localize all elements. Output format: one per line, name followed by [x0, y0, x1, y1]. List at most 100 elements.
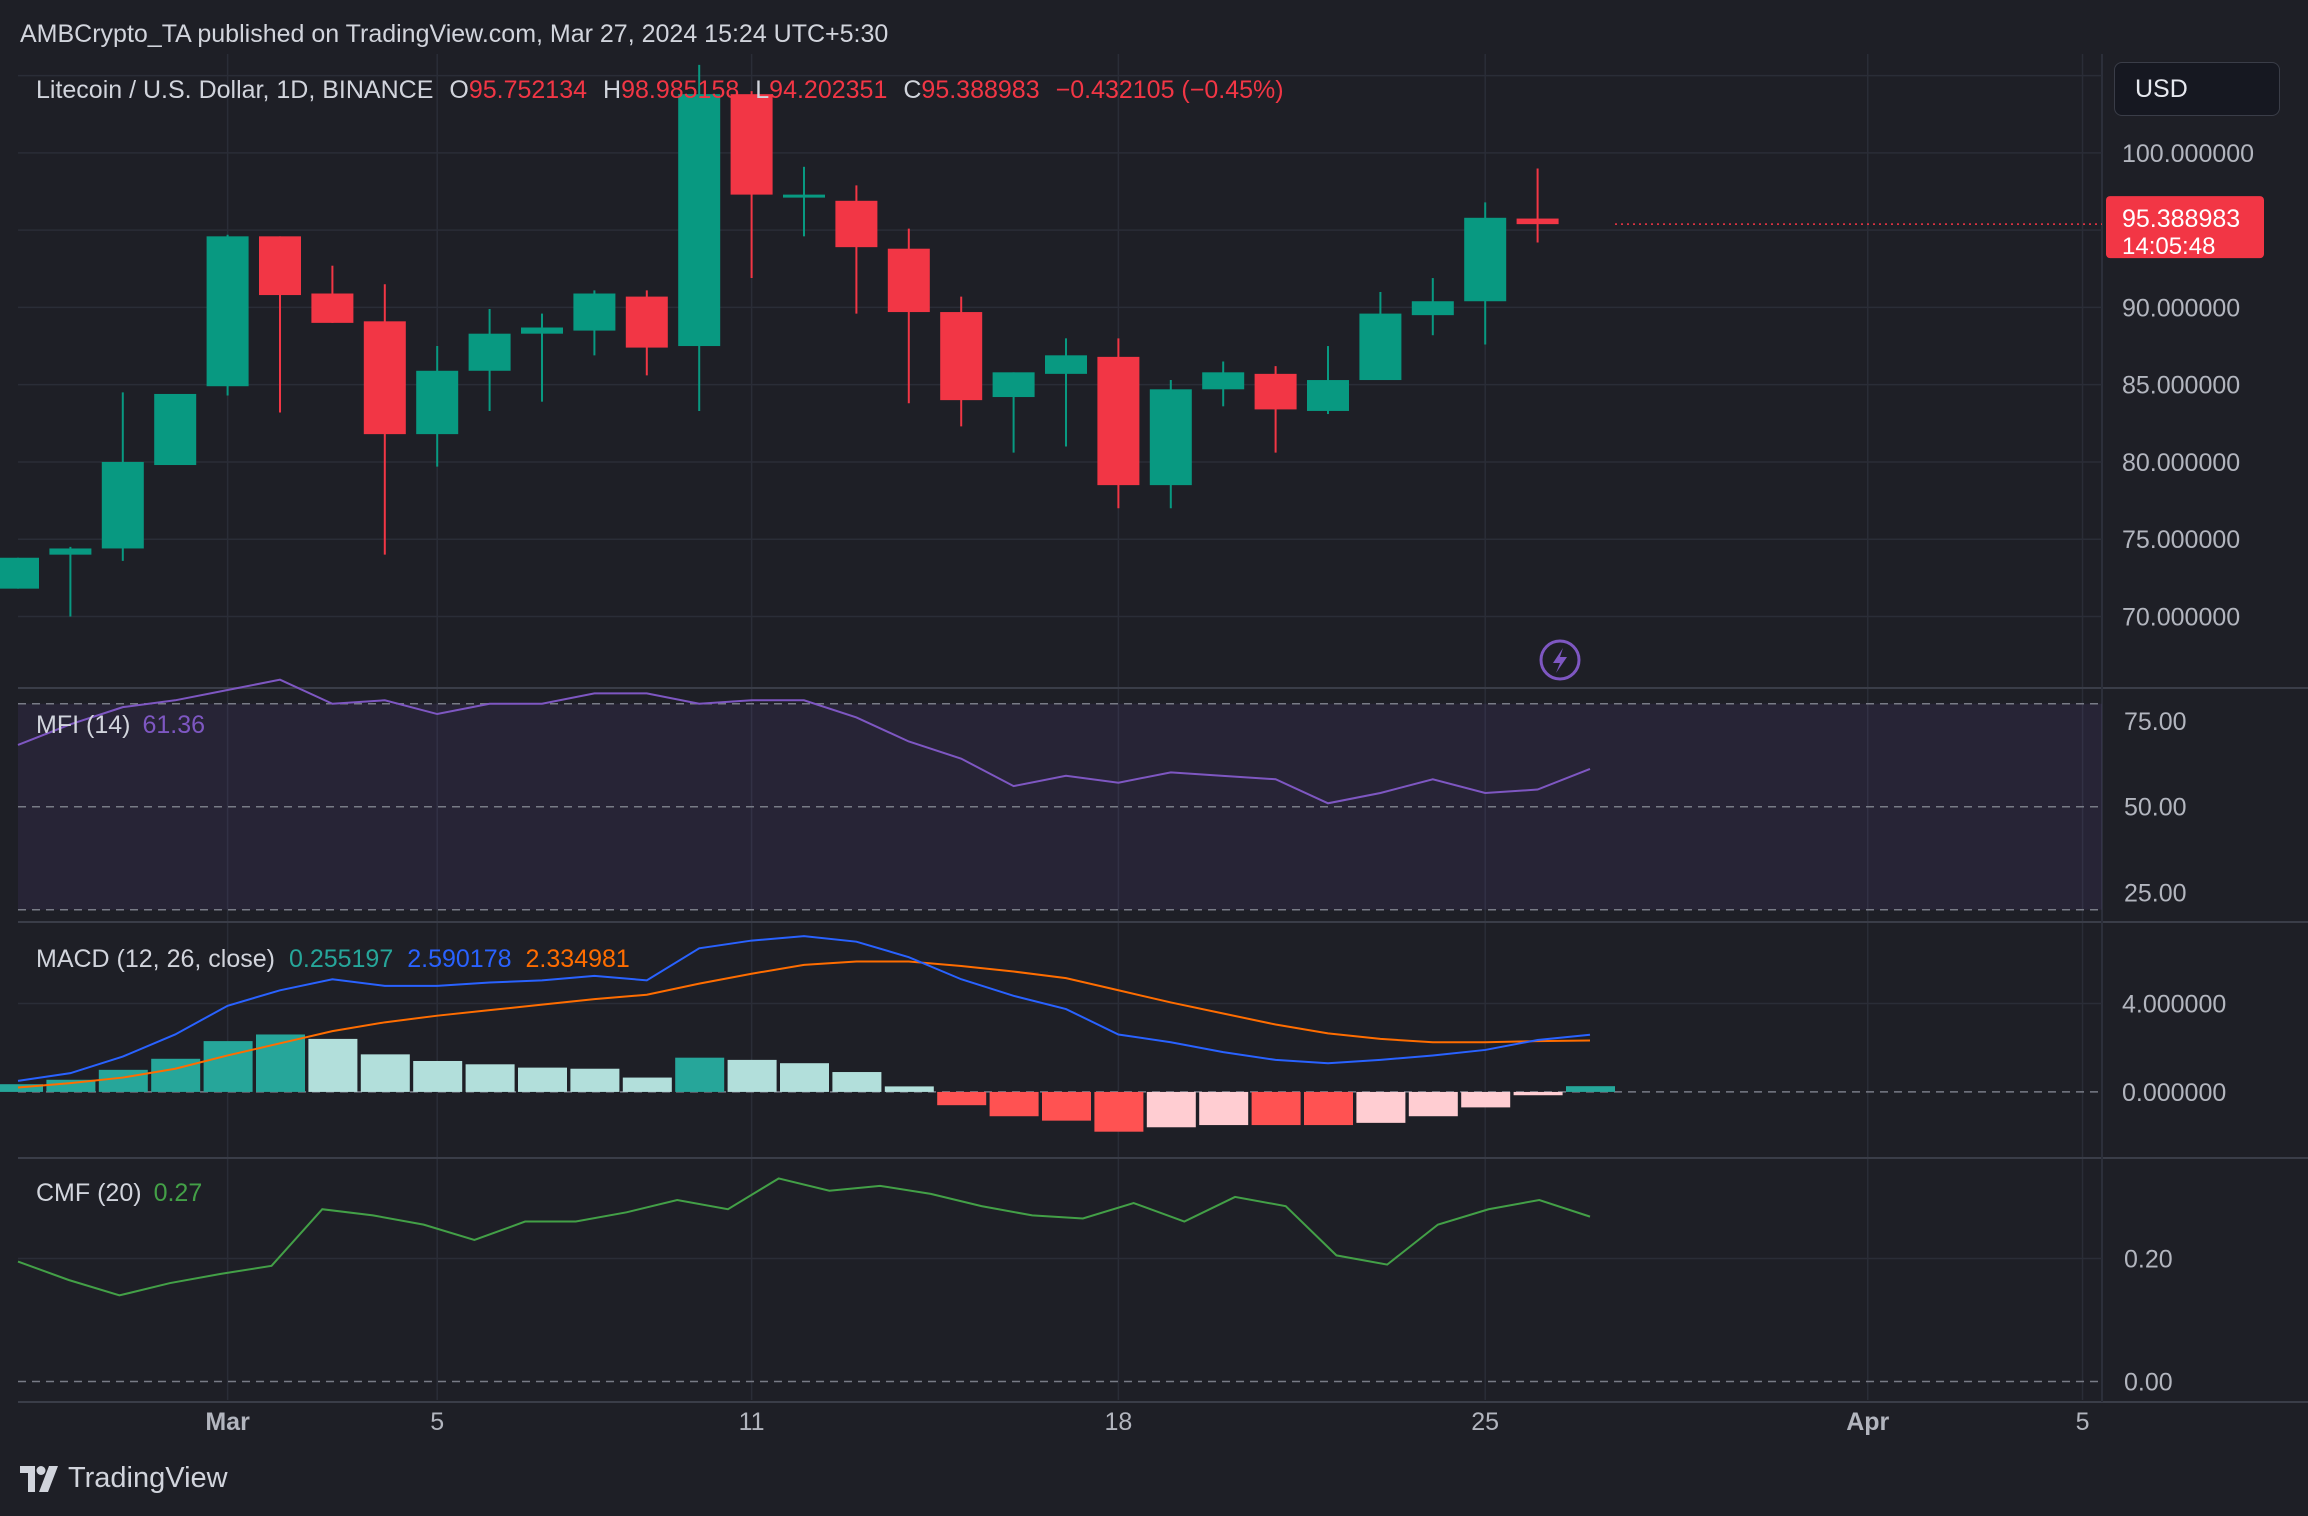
symbol-name: Litecoin / U.S. Dollar, 1D, BINANCE — [36, 76, 433, 104]
macd-signal-value: 2.334981 — [526, 945, 630, 973]
open-value: 95.752134 — [469, 76, 587, 104]
open-label: O — [449, 76, 468, 104]
time-axis-label: 25 — [1471, 1408, 1499, 1436]
candle-body[interactable] — [783, 194, 825, 198]
bar-countdown: 14:05:48 — [2122, 233, 2215, 260]
mfi-axis-label: 50.00 — [2124, 794, 2187, 822]
macd-histogram-bar — [518, 1067, 567, 1092]
price-axis-label: 100.000000 — [2122, 140, 2254, 168]
candle-body[interactable] — [311, 293, 354, 323]
macd-histogram-bar — [989, 1091, 1039, 1117]
macd-histogram-bar — [937, 1091, 987, 1106]
macd-histogram-bar — [360, 1054, 410, 1092]
cmf-legend: CMF (20) 0.27 — [36, 1179, 202, 1207]
close-value: 95.388983 — [921, 76, 1039, 104]
macd-histogram-bar — [780, 1063, 829, 1092]
candle-body[interactable] — [887, 248, 930, 313]
candle-body[interactable] — [730, 94, 773, 195]
mfi-axis-label: 75.00 — [2124, 708, 2187, 736]
brand-name: TradingView — [68, 1462, 228, 1494]
time-axis-label: 18 — [1104, 1408, 1132, 1436]
macd-histogram-bar — [98, 1069, 148, 1092]
mfi-value: 61.36 — [142, 711, 205, 739]
macd-histogram-bar — [622, 1077, 672, 1092]
macd-histogram-bar — [1461, 1091, 1511, 1108]
price-axis-label: 75.000000 — [2122, 526, 2240, 554]
time-axis-label: 5 — [430, 1408, 444, 1436]
published-by: AMBCrypto_TA published on TradingView.co… — [20, 20, 888, 48]
macd-histogram-bar — [1251, 1091, 1301, 1126]
candle-body[interactable] — [1464, 217, 1507, 302]
mfi-legend: MFI (14) 61.36 — [36, 711, 205, 739]
macd-histogram-bar — [1042, 1091, 1091, 1121]
low-value: 94.202351 — [769, 76, 887, 104]
candle-body[interactable] — [259, 236, 301, 296]
macd-histogram-value: 0.255197 — [289, 945, 393, 973]
macd-histogram-bar — [308, 1038, 358, 1092]
macd-histogram-bar — [1146, 1091, 1196, 1128]
tradingview-chart[interactable]: 105.000000100.00000095.00000090.00000085… — [0, 0, 2308, 1516]
close-label: C — [903, 76, 921, 104]
cmf-axis-label: 0.00 — [2124, 1369, 2173, 1397]
macd-histogram-bar — [884, 1086, 934, 1092]
candle-body[interactable] — [1359, 313, 1402, 381]
candle-body[interactable] — [49, 548, 92, 555]
candle-body[interactable] — [1307, 380, 1349, 411]
macd-axis-label: 0.000000 — [2122, 1079, 2226, 1107]
tradingview-logo-icon — [20, 1465, 58, 1492]
candle-body[interactable] — [1097, 356, 1140, 486]
currency-label: USD — [2135, 74, 2188, 103]
macd-histogram-bar — [570, 1068, 620, 1092]
macd-histogram-bar — [203, 1041, 253, 1092]
macd-histogram-bar — [1199, 1091, 1249, 1126]
candle-body[interactable] — [468, 333, 511, 371]
time-axis-label: Mar — [205, 1408, 250, 1436]
candle-body[interactable] — [678, 94, 721, 347]
candle-body[interactable] — [1254, 373, 1297, 410]
candle-body[interactable] — [573, 293, 616, 331]
macd-title: MACD (12, 26, close) — [36, 945, 275, 973]
macd-axis-label: 4.000000 — [2122, 991, 2226, 1019]
macd-histogram-bar — [1513, 1091, 1563, 1096]
macd-value: 2.590178 — [407, 945, 511, 973]
low-label: L — [755, 76, 769, 104]
high-label: H — [603, 76, 621, 104]
candle-body[interactable] — [363, 321, 406, 435]
candle-body[interactable] — [1202, 372, 1245, 390]
macd-histogram-bar — [1094, 1091, 1144, 1132]
candle-body[interactable] — [992, 372, 1035, 398]
currency-button[interactable]: USD — [2114, 62, 2280, 116]
candle-body[interactable] — [625, 296, 668, 348]
macd-histogram-bar — [727, 1059, 777, 1092]
ohlc-legend: Litecoin / U.S. Dollar, 1D, BINANCE O95.7… — [36, 76, 1284, 104]
candle-body[interactable] — [1411, 301, 1454, 316]
last-price-value: 95.388983 — [2122, 205, 2240, 233]
candle-body[interactable] — [1516, 218, 1559, 225]
macd-histogram-bar — [832, 1072, 882, 1092]
candle-body[interactable] — [206, 236, 249, 387]
high-value: 98.985158 — [621, 76, 739, 104]
cmf-title: CMF (20) — [36, 1179, 142, 1207]
time-axis-label: 11 — [739, 1408, 765, 1436]
macd-legend: MACD (12, 26, close) 0.255197 2.590178 2.33… — [36, 945, 630, 973]
price-axis-label: 85.000000 — [2122, 372, 2240, 400]
candle-body[interactable] — [835, 200, 878, 248]
macd-histogram-bar — [1304, 1091, 1353, 1126]
cmf-value: 0.27 — [154, 1179, 203, 1207]
candle-body[interactable] — [101, 461, 144, 549]
candle-body[interactable] — [154, 393, 197, 466]
candle-body[interactable] — [1045, 355, 1087, 374]
mfi-title: MFI (14) — [36, 711, 130, 739]
candle-body[interactable] — [940, 312, 983, 401]
candle-body[interactable] — [521, 327, 563, 334]
price-axis-label: 70.000000 — [2122, 603, 2240, 631]
price-axis-label: 90.000000 — [2122, 294, 2240, 322]
macd-histogram-bar — [675, 1057, 725, 1092]
candle-body[interactable] — [0, 557, 39, 589]
candle-body[interactable] — [1149, 389, 1192, 486]
macd-histogram-bar — [413, 1060, 463, 1092]
macd-histogram-bar — [1408, 1091, 1458, 1117]
candle-body[interactable] — [416, 370, 459, 435]
macd-histogram-bar — [1566, 1086, 1615, 1092]
tradingview-brand[interactable]: TradingView — [20, 1462, 228, 1495]
